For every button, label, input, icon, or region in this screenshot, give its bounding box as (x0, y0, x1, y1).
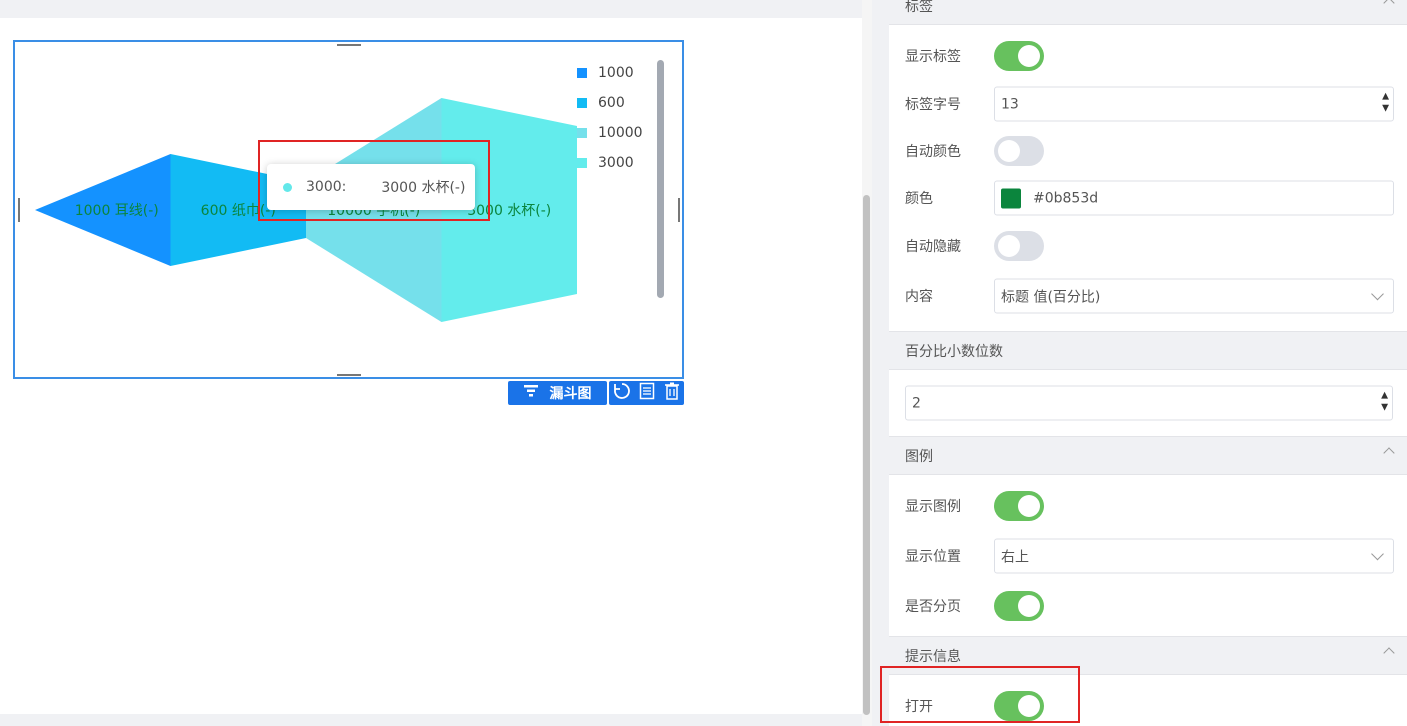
funnel-data-label: 1000 耳线(-) (75, 203, 159, 219)
input-value: 2 (912, 395, 921, 411)
legend-item[interactable]: 10000 (577, 118, 643, 148)
label-font-size-input[interactable]: 13 ▲ ▼ (994, 86, 1394, 122)
chevron-up-icon[interactable] (1383, 0, 1395, 9)
widget-actions (609, 381, 684, 405)
row-show-legend: 显示图例 (889, 486, 1407, 526)
canvas-scrollbar-thumb[interactable] (863, 195, 870, 715)
section-title: 图例 (905, 448, 933, 465)
select-value: 右上 (1001, 549, 1029, 565)
legend-item[interactable]: 600 (577, 88, 643, 118)
highlight-box-tooltip-toggle (880, 666, 1080, 723)
row-legend-paging: 是否分页 (889, 586, 1407, 626)
row-color: 颜色 #0b853d (889, 178, 1407, 218)
legend-paging-toggle[interactable] (994, 591, 1044, 621)
chart-type-button[interactable]: 漏斗图 (508, 381, 607, 405)
content-select[interactable]: 标题 值(百分比) (994, 278, 1394, 314)
delete-icon[interactable] (664, 382, 680, 404)
funnel-icon (523, 385, 538, 401)
select-value: 标题 值(百分比) (1001, 289, 1101, 305)
field-label: 自动颜色 (905, 144, 961, 160)
field-label: 自动隐藏 (905, 239, 961, 255)
toggle-knob (998, 235, 1020, 257)
refresh-icon[interactable] (613, 382, 631, 404)
row-label-font-size: 标签字号 13 ▲ ▼ (889, 84, 1407, 124)
show-legend-toggle[interactable] (994, 491, 1044, 521)
legend-item[interactable]: 3000 (577, 148, 643, 178)
properties-panel: 标签 显示标签 标签字号 13 ▲ ▼ 自动颜色 颜色 #0b853d 自动隐藏 内… (889, 0, 1407, 726)
section-header-legend[interactable]: 图例 (889, 436, 1407, 475)
legend-swatch (577, 128, 587, 138)
input-value: #0b853d (1033, 190, 1099, 206)
section-header-percent-decimals: 百分比小数位数 (889, 331, 1407, 370)
toggle-knob (998, 140, 1020, 162)
chevron-down-icon (1371, 547, 1384, 561)
field-label: 显示位置 (905, 549, 961, 565)
legend-label: 3000 (598, 155, 634, 171)
auto-hide-toggle[interactable] (994, 231, 1044, 261)
color-input[interactable]: #0b853d (994, 180, 1394, 216)
legend-position-select[interactable]: 右上 (994, 538, 1394, 574)
section-title: 百分比小数位数 (905, 343, 1003, 360)
canvas-scrollbar[interactable] (862, 0, 872, 726)
field-label: 显示图例 (905, 499, 961, 515)
legend-label: 10000 (598, 125, 643, 141)
highlight-box-tooltip (258, 140, 490, 221)
show-label-toggle[interactable] (994, 41, 1044, 71)
data-sheet-icon[interactable] (639, 382, 655, 404)
legend-swatch (577, 98, 587, 108)
number-spinner-icon[interactable]: ▲ ▼ (1381, 390, 1388, 414)
field-label: 内容 (905, 289, 933, 305)
field-label: 是否分页 (905, 599, 961, 615)
row-auto-hide: 自动隐藏 (889, 226, 1407, 266)
toggle-knob (1018, 595, 1040, 617)
legend-label: 600 (598, 95, 625, 111)
section-title: 提示信息 (905, 648, 961, 665)
row-auto-color: 自动颜色 (889, 131, 1407, 171)
toggle-knob (1018, 495, 1040, 517)
legend-scrollbar[interactable] (657, 60, 664, 298)
field-label: 标签字号 (905, 97, 961, 113)
legend-swatch (577, 158, 587, 168)
chevron-up-icon[interactable] (1383, 647, 1395, 659)
row-legend-position: 显示位置 右上 (889, 536, 1407, 576)
legend-swatch (577, 68, 587, 78)
color-swatch[interactable] (1001, 188, 1021, 208)
row-percent-decimals: 2 ▲ ▼ (889, 383, 1407, 423)
chart-legend: 1000 600 10000 3000 (577, 58, 643, 178)
field-label: 颜色 (905, 191, 933, 207)
chart-type-label: 漏斗图 (549, 386, 592, 402)
section-header-label[interactable]: 标签 (889, 0, 1407, 25)
input-value: 13 (1001, 96, 1019, 112)
auto-color-toggle[interactable] (994, 136, 1044, 166)
section-title: 标签 (905, 0, 933, 15)
chevron-down-icon (1371, 287, 1384, 301)
number-spinner-icon[interactable]: ▲ ▼ (1382, 91, 1389, 115)
legend-item[interactable]: 1000 (577, 58, 643, 88)
widget-toolbar: 漏斗图 (508, 381, 684, 405)
toggle-knob (1018, 45, 1040, 67)
row-content: 内容 标题 值(百分比) (889, 276, 1407, 316)
chevron-up-icon[interactable] (1383, 447, 1395, 459)
legend-label: 1000 (598, 65, 634, 81)
row-show-label: 显示标签 (889, 36, 1407, 76)
percent-decimals-input[interactable]: 2 ▲ ▼ (905, 385, 1393, 421)
field-label: 显示标签 (905, 49, 961, 65)
